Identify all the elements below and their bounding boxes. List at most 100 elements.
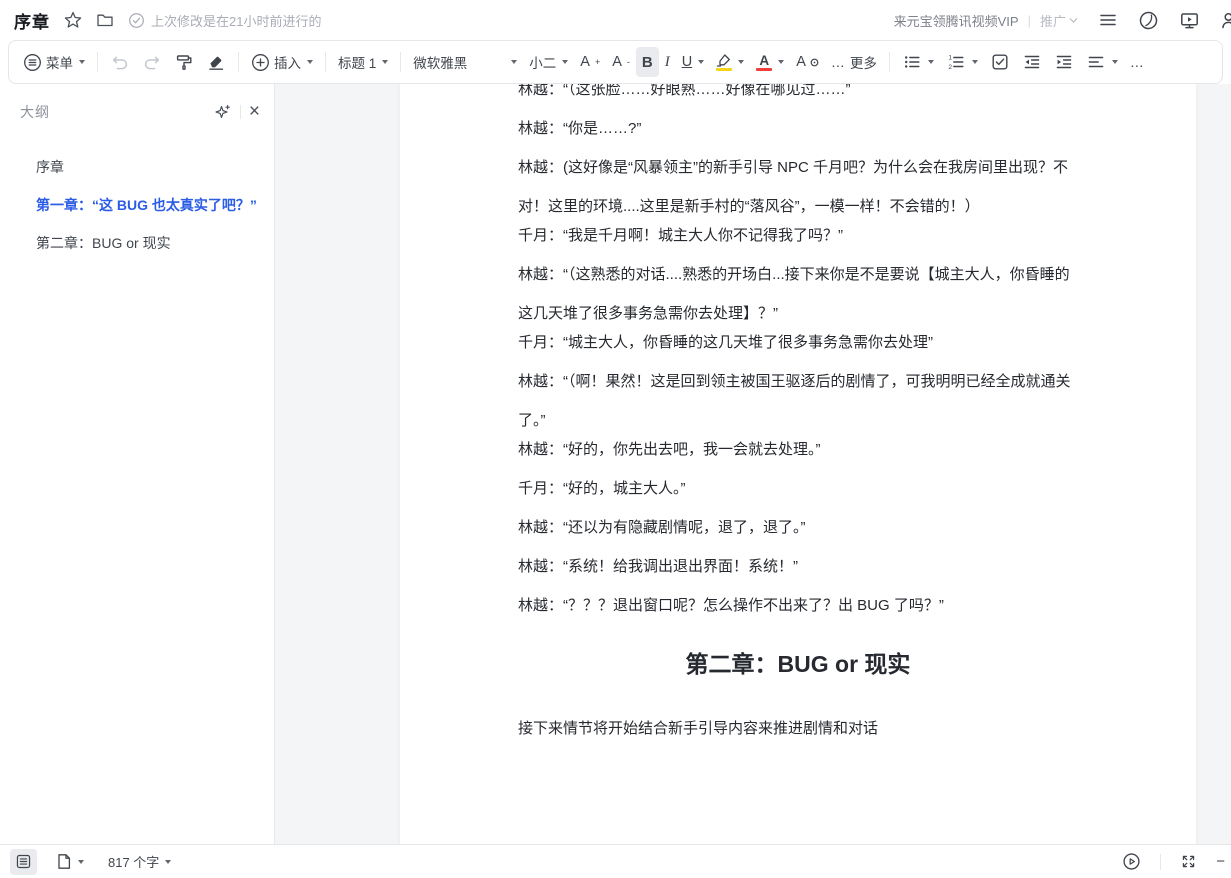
presentation-play-button[interactable] <box>1117 849 1146 875</box>
underline-letter: U <box>682 54 692 70</box>
presentation-icon <box>1179 10 1200 31</box>
insert-button[interactable]: 插入 <box>245 47 319 77</box>
dialogue-paragraph[interactable]: 林越：“（这张脸……好眼熟……好像在哪见过……” <box>518 84 1078 109</box>
outdent-icon <box>1022 52 1042 72</box>
document-title: 序章 <box>14 8 50 33</box>
format-painter-button[interactable] <box>168 47 200 77</box>
dialogue-paragraph[interactable]: 林越：“还以为有隐藏剧情呢，退了，退了。” <box>518 508 1078 547</box>
numbered-list-button[interactable]: 12 <box>940 47 984 77</box>
toolbar-divider <box>889 52 890 72</box>
font-increase-button[interactable]: A+ <box>574 47 606 77</box>
title-bar: 序章 上次修改是在21小时前进行的 来元宝领腾讯视频VIP <box>0 0 1231 40</box>
caret-down-icon <box>738 60 744 64</box>
dialogue-paragraph[interactable]: 林越：“（啊！果然！这是回到领主被国王驱逐后的剧情了，可我明明已经全成就通关了。… <box>518 362 1078 440</box>
caret-down-icon <box>972 60 978 64</box>
font-decrease-button[interactable]: A- <box>606 47 636 77</box>
chevron-down-icon <box>1069 17 1078 24</box>
caret-down-icon <box>778 60 784 64</box>
outline-list: 序章 第一章：“这 BUG 也太真实了吧？” 第二章：BUG or 现实 <box>0 148 274 262</box>
theme-button[interactable] <box>1138 10 1159 31</box>
small-circle-icon <box>810 58 819 67</box>
outline-toggle-button[interactable] <box>10 849 37 875</box>
menu-button[interactable]: 菜单 <box>17 47 91 77</box>
toolbar-divider <box>400 52 401 72</box>
word-count-button[interactable]: 817 个字 <box>103 849 176 875</box>
bold-letter: B <box>642 54 653 71</box>
character-effects-button[interactable]: A <box>790 47 825 77</box>
play-circle-icon <box>1122 852 1141 871</box>
page-mode-select[interactable] <box>51 849 89 875</box>
italic-button[interactable]: I <box>659 47 676 77</box>
undo-button[interactable] <box>104 47 136 77</box>
dialogue-paragraph[interactable]: 林越：(这好像是“风暴领主”的新手引导 NPC 千月吧？为什么会在我房间里出现？… <box>518 148 1078 226</box>
zoom-out-icon[interactable]: − <box>1216 853 1225 870</box>
folder-icon <box>96 11 114 29</box>
toolbar-overflow-button[interactable]: … <box>1124 47 1151 77</box>
bullet-list-icon <box>902 52 922 72</box>
word-count-text: 817 个字 <box>108 852 159 871</box>
favorite-star-button[interactable] <box>64 11 82 29</box>
page-icon <box>56 853 72 870</box>
dialogue-paragraph[interactable]: 林越：“你是……?” <box>518 109 1078 148</box>
outline-item-chapter2[interactable]: 第二章：BUG or 现实 <box>0 224 274 262</box>
status-bar: 817 个字 − <box>0 844 1231 878</box>
promo-text: 来元宝领腾讯视频VIP <box>894 11 1019 30</box>
dialogue-paragraph[interactable]: 林越：“系统！给我调出退出界面！系统！” <box>518 547 1078 586</box>
hamburger-icon <box>1098 10 1118 30</box>
ending-paragraph[interactable]: 接下来情节将开始结合新手引导内容来推进剧情和对话 <box>518 709 1078 748</box>
formatting-toolbar: 菜单 插入 <box>8 40 1223 84</box>
promo-label: 推广 <box>1040 11 1066 30</box>
document-page[interactable]: 林越：“（这张脸……好眼熟……好像在哪见过……” 林越：“你是……?” 林越：(… <box>400 84 1196 844</box>
indent-button[interactable] <box>1048 47 1080 77</box>
theme-circle-icon <box>1138 10 1159 31</box>
dialogue-paragraph[interactable]: 林越：“？？？退出窗口呢？怎么操作不出来了？出 BUG 了吗？” <box>518 586 1078 625</box>
dialogue-paragraph[interactable]: 林越：“（这熟悉的对话....熟悉的开场白...接下来你是不是要说【城主大人，你… <box>518 255 1078 333</box>
svg-text:2: 2 <box>948 64 952 71</box>
align-text-icon <box>1086 52 1106 72</box>
bullet-list-button[interactable] <box>896 47 940 77</box>
document-body: 林越：“（这张脸……好眼熟……好像在哪见过……” 林越：“你是……?” 林越：(… <box>400 84 1196 748</box>
underline-button[interactable]: U <box>676 47 710 77</box>
caret-down-icon <box>698 60 704 64</box>
font-color-swatch <box>756 68 772 71</box>
font-family-value: 微软雅黑 <box>413 52 467 72</box>
close-outline-button[interactable]: × <box>249 104 260 120</box>
add-collaborator-button[interactable] <box>1220 10 1231 31</box>
outline-item-chapter1[interactable]: 第一章：“这 BUG 也太真实了吧？” <box>0 186 274 224</box>
minus-sign: - <box>627 57 630 67</box>
highlight-color-button[interactable] <box>710 47 750 77</box>
bold-button[interactable]: B <box>636 47 659 77</box>
insert-label: 插入 <box>274 52 301 72</box>
dialogue-paragraph[interactable]: 千月：“我是千月啊！城主大人你不记得我了吗？” <box>518 216 1078 255</box>
outline-panel-title: 大纲 <box>20 102 50 122</box>
more-label: 更多 <box>850 52 877 72</box>
present-mode-button[interactable] <box>1179 10 1200 31</box>
fullscreen-button[interactable] <box>1175 849 1202 875</box>
dialogue-paragraph[interactable]: 千月：“好的，城主大人。” <box>518 469 1078 508</box>
caret-down-icon <box>928 60 934 64</box>
caret-down-icon <box>79 60 85 64</box>
eraser-button[interactable] <box>200 47 232 77</box>
checklist-button[interactable] <box>984 47 1016 77</box>
circled-menu-icon <box>23 53 42 72</box>
chapter2-heading[interactable]: 第二章：BUG or 现实 <box>518 639 1078 689</box>
font-family-select[interactable]: 微软雅黑 <box>407 47 523 77</box>
document-canvas: 林越：“（这张脸……好眼熟……好像在哪见过……” 林越：“你是……?” 林越：(… <box>275 84 1231 844</box>
plus-circle-icon <box>251 53 270 72</box>
main-menu-button[interactable] <box>1098 10 1118 30</box>
font-size-select[interactable]: 小二 <box>523 47 574 77</box>
outline-item-preface[interactable]: 序章 <box>0 148 274 186</box>
alignment-button[interactable] <box>1080 47 1124 77</box>
promo-banner[interactable]: 来元宝领腾讯视频VIP | 推广 <box>894 11 1078 30</box>
ai-outline-button[interactable] <box>213 103 232 122</box>
dialogue-paragraph[interactable]: 千月：“城主大人，你昏睡的这几天堆了很多事务急需你去处理” <box>518 323 1078 362</box>
app-window: 序章 上次修改是在21小时前进行的 来元宝领腾讯视频VIP <box>0 0 1231 878</box>
more-formatting-button[interactable]: … 更多 <box>825 47 883 77</box>
paragraph-style-select[interactable]: 标题 1 <box>332 47 394 77</box>
dialogue-paragraph[interactable]: 林越：“好的，你先出去吧，我一会就去处理。” <box>518 430 1078 469</box>
move-to-folder-button[interactable] <box>96 11 114 29</box>
redo-button[interactable] <box>136 47 168 77</box>
toolbar-divider <box>238 52 239 72</box>
outdent-button[interactable] <box>1016 47 1048 77</box>
font-color-button[interactable]: A <box>750 47 790 77</box>
